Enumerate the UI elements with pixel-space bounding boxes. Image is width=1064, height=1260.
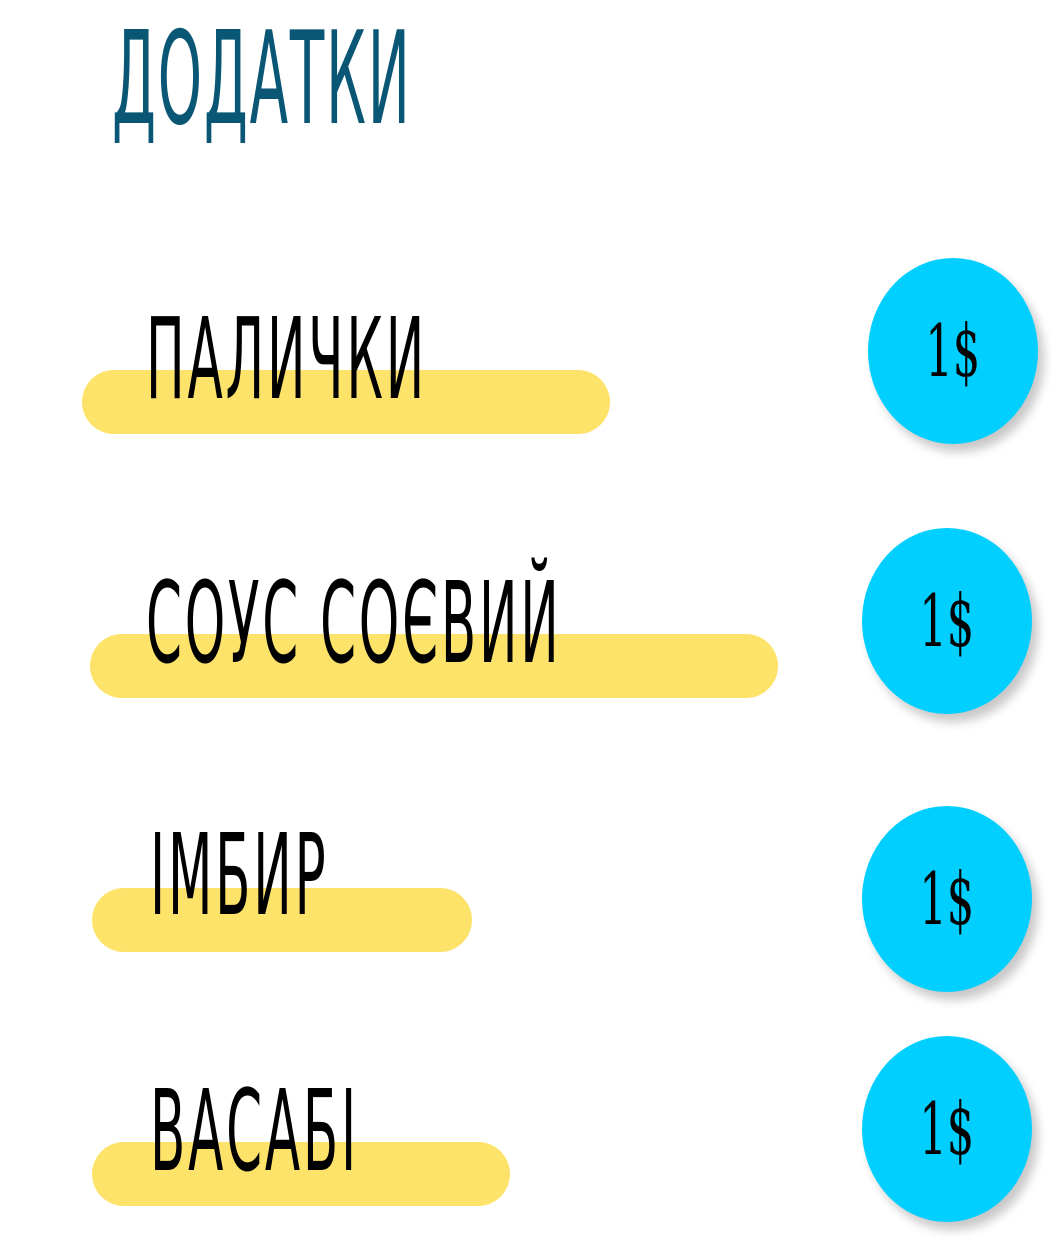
- price-badge[interactable]: 1$: [868, 258, 1038, 444]
- price-label: 1$: [919, 579, 975, 663]
- item-name: ІМБИР: [150, 811, 329, 941]
- item-name: ПАЛИЧКИ: [146, 295, 428, 425]
- price-label: 1$: [925, 309, 981, 393]
- page-title: ДОДАТКИ: [112, 5, 412, 154]
- price-label: 1$: [919, 1087, 975, 1171]
- price-badge[interactable]: 1$: [862, 1036, 1032, 1222]
- price-label: 1$: [919, 857, 975, 941]
- price-badge[interactable]: 1$: [862, 806, 1032, 992]
- price-badge[interactable]: 1$: [862, 528, 1032, 714]
- item-name: СОУС СОЄВИЙ: [146, 559, 562, 689]
- item-name: ВАСАБІ: [150, 1067, 359, 1197]
